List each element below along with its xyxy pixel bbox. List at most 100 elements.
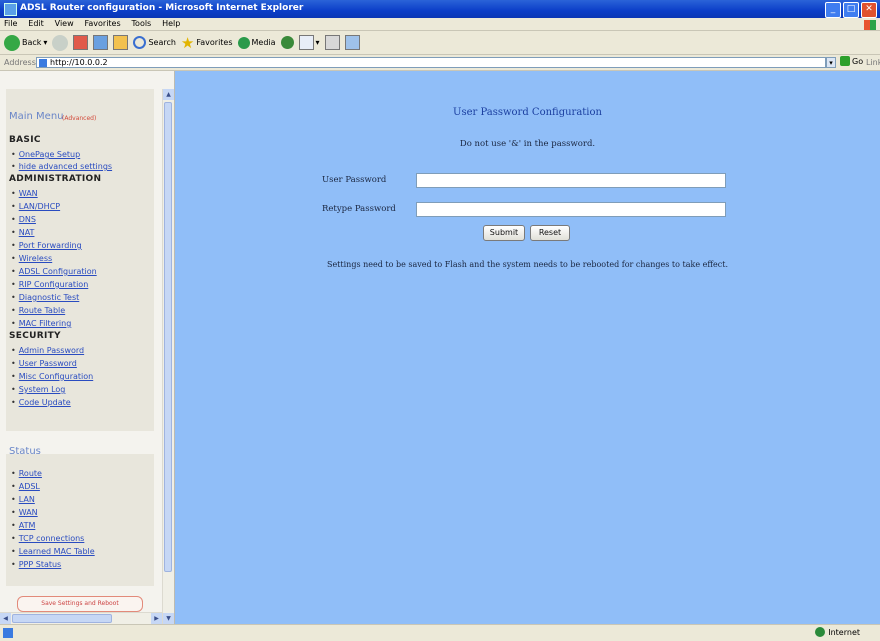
maximize-button[interactable]: □ [843, 2, 859, 18]
sidebar-item-ppp-status[interactable]: • PPP Status [11, 560, 61, 569]
history-button[interactable] [280, 36, 294, 49]
submit-button[interactable]: Submit [483, 225, 525, 241]
back-button[interactable]: Back ▾ [4, 34, 47, 51]
forward-button[interactable] [52, 34, 69, 51]
page-status-icon [3, 628, 13, 638]
mail-button[interactable]: ▾ [298, 35, 320, 50]
reset-button[interactable]: Reset [530, 225, 570, 241]
sidebar-item-atm[interactable]: • ATM [11, 521, 35, 530]
favorites-label: Favorites [196, 38, 233, 47]
back-label: Back [22, 38, 42, 47]
menu-favorites[interactable]: Favorites [81, 18, 125, 29]
sidebar-item-code-update[interactable]: • Code Update [11, 398, 71, 407]
search-button[interactable]: Search [133, 36, 176, 49]
sidebar-item-onepage-setup[interactable]: • OnePage Setup [11, 150, 80, 159]
window-title: ADSL Router configuration - Microsoft In… [20, 3, 304, 13]
address-url: http://10.0.0.2 [50, 58, 108, 67]
links-button[interactable]: Links [866, 58, 880, 67]
user-password-label: User Password [322, 175, 387, 185]
sidebar-item-wan-status[interactable]: • WAN [11, 508, 38, 517]
main-menu-title: Main Menu [9, 111, 64, 122]
sidebar-item-adsl-configuration[interactable]: • ADSL Configuration [11, 267, 97, 276]
sidebar-item-hide-advanced[interactable]: • hide advanced settings [11, 162, 112, 171]
address-label: Address [4, 58, 36, 67]
sidebar-vertical-scrollbar[interactable]: ▲ ▼ [162, 89, 174, 624]
menu-help[interactable]: Help [158, 18, 184, 29]
go-label: Go [852, 56, 864, 66]
go-button[interactable]: Go [840, 56, 863, 66]
windows-logo-icon [864, 20, 876, 30]
scroll-left-arrow-icon[interactable]: ◀ [0, 613, 11, 624]
menu-edit[interactable]: Edit [24, 18, 48, 29]
advanced-link[interactable]: (Advanced) [62, 115, 96, 122]
sidebar-item-misc-configuration[interactable]: • Misc Configuration [11, 372, 93, 381]
home-icon [113, 35, 129, 50]
edit-icon [344, 35, 360, 50]
sidebar-item-nat[interactable]: • NAT [11, 228, 34, 237]
address-bar: Address http://10.0.0.2 ▾ Go Links [0, 56, 880, 71]
home-button[interactable] [113, 35, 129, 50]
sidebar-item-diagnostic-test[interactable]: • Diagnostic Test [11, 293, 79, 302]
internet-globe-icon [815, 627, 826, 637]
sidebar-item-route-table[interactable]: • Route Table [11, 306, 65, 315]
sidebar-item-mac-filtering[interactable]: • MAC Filtering [11, 319, 71, 328]
scroll-thumb[interactable] [164, 102, 172, 572]
go-arrow-icon [840, 56, 850, 66]
save-and-reboot-button[interactable]: Save Settings and Reboot [17, 596, 143, 612]
sidebar-item-port-forwarding[interactable]: • Port Forwarding [11, 241, 82, 250]
sidebar-item-admin-password[interactable]: • Admin Password [11, 346, 84, 355]
sidebar-item-lan-dhcp[interactable]: • LAN/DHCP [11, 202, 60, 211]
status-bar: Internet [0, 624, 880, 641]
print-icon [324, 35, 340, 50]
menu-tools[interactable]: Tools [128, 18, 156, 29]
sidebar-item-system-log[interactable]: • System Log [11, 385, 65, 394]
retype-password-label: Retype Password [322, 204, 396, 214]
menu-view[interactable]: View [51, 18, 78, 29]
sidebar-item-dns[interactable]: • DNS [11, 215, 36, 224]
sidebar-item-wireless[interactable]: • Wireless [11, 254, 52, 263]
sidebar-item-user-password[interactable]: • User Password [11, 359, 77, 368]
scroll-down-arrow-icon[interactable]: ▼ [163, 613, 174, 624]
mail-icon [298, 35, 314, 50]
address-dropdown-button[interactable]: ▾ [826, 57, 836, 68]
edit-button[interactable] [344, 35, 360, 50]
address-input[interactable]: http://10.0.0.2 [36, 57, 826, 68]
user-password-input[interactable] [416, 173, 726, 188]
favorites-button[interactable]: ★ Favorites [180, 33, 233, 52]
status-title: Status [9, 446, 41, 457]
history-icon [280, 36, 294, 49]
sidebar-item-adsl[interactable]: • ADSL [11, 482, 40, 491]
menu-bar: File Edit View Favorites Tools Help [0, 18, 880, 31]
sidebar-item-learned-mac-table[interactable]: • Learned MAC Table [11, 547, 95, 556]
stop-button[interactable] [73, 35, 89, 50]
toolbar: Back ▾ Search ★ Favorites Media ▾ [0, 31, 880, 55]
scroll-right-arrow-icon[interactable]: ▶ [151, 613, 162, 624]
sidebar-item-tcp-connections[interactable]: • TCP connections [11, 534, 84, 543]
scroll-up-arrow-icon[interactable]: ▲ [163, 89, 174, 100]
minimize-button[interactable]: _ [825, 2, 841, 18]
media-button[interactable]: Media [237, 36, 276, 49]
sidebar-item-lan[interactable]: • LAN [11, 495, 35, 504]
refresh-button[interactable] [93, 35, 109, 50]
media-icon [237, 36, 250, 49]
favorites-star-icon: ★ [180, 33, 195, 52]
page-icon [39, 59, 47, 67]
sidebar-item-route[interactable]: • Route [11, 469, 42, 478]
close-button[interactable]: ✕ [861, 2, 877, 18]
horizontal-scroll-thumb[interactable] [12, 614, 112, 623]
sidebar-horizontal-scrollbar[interactable]: ◀ ▶ [0, 612, 162, 624]
page-title: User Password Configuration [453, 107, 602, 118]
section-security: SECURITY [9, 331, 61, 341]
search-label: Search [148, 38, 176, 47]
sidebar-item-wan[interactable]: • WAN [11, 189, 38, 198]
section-basic: BASIC [9, 135, 41, 145]
reboot-info-text: Settings need to be saved to Flash and t… [326, 260, 729, 269]
stop-icon [73, 35, 89, 50]
menu-file[interactable]: File [0, 18, 21, 29]
sidebar-item-rip-configuration[interactable]: • RIP Configuration [11, 280, 88, 289]
window-controls: _ □ ✕ [825, 2, 877, 18]
retype-password-input[interactable] [416, 202, 726, 217]
security-zone: Internet [815, 627, 860, 637]
section-administration: ADMINISTRATION [9, 174, 102, 184]
print-button[interactable] [324, 35, 340, 50]
